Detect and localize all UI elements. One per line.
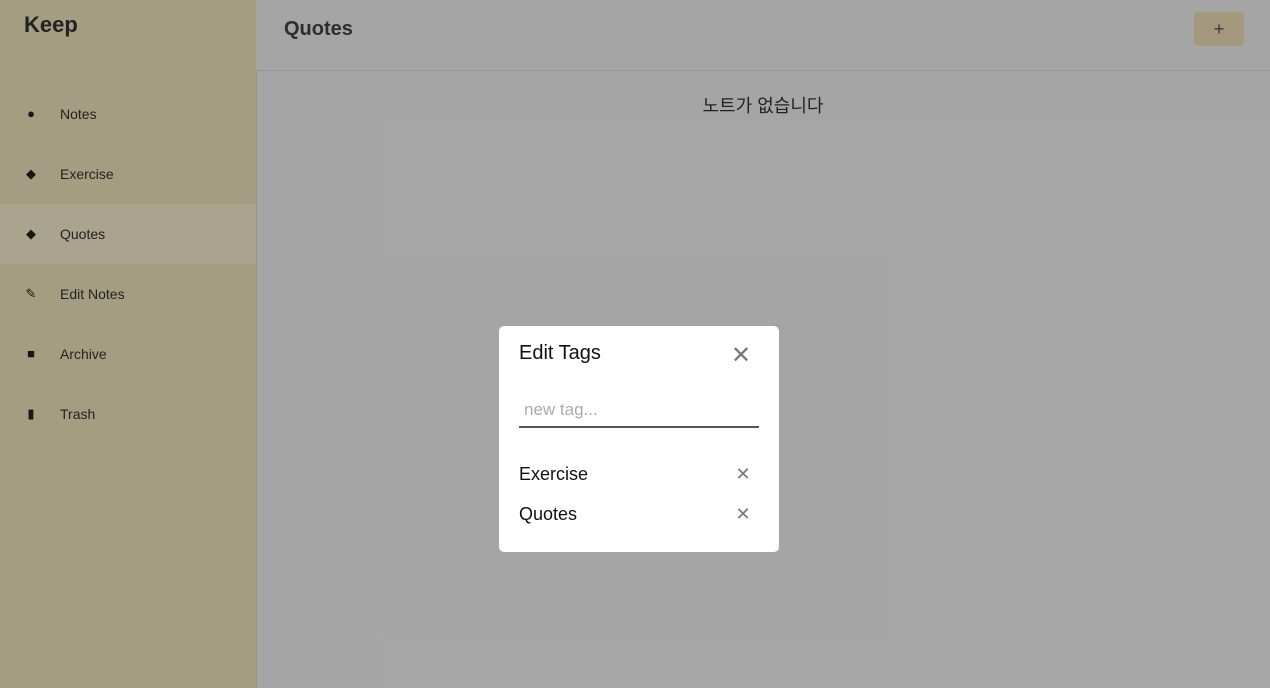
tag-list: Exercise ✕ Quotes ✕ <box>519 454 759 534</box>
tag-label: Quotes <box>519 503 578 524</box>
tag-row-quotes: Quotes ✕ <box>519 494 759 534</box>
app-root: Keep ● Notes ◆ Exercise ◆ Quotes ✎ Edit … <box>0 0 1270 688</box>
tag-row-exercise: Exercise ✕ <box>519 454 759 494</box>
new-tag-input[interactable] <box>519 394 759 428</box>
modal-title: Edit Tags <box>519 342 601 364</box>
delete-tag-icon[interactable]: ✕ <box>733 504 753 524</box>
delete-tag-icon[interactable]: ✕ <box>733 464 753 484</box>
close-icon[interactable]: ✕ <box>729 344 753 368</box>
edit-tags-modal: Edit Tags ✕ Exercise ✕ Quotes ✕ <box>499 326 779 552</box>
tag-label: Exercise <box>519 463 589 484</box>
